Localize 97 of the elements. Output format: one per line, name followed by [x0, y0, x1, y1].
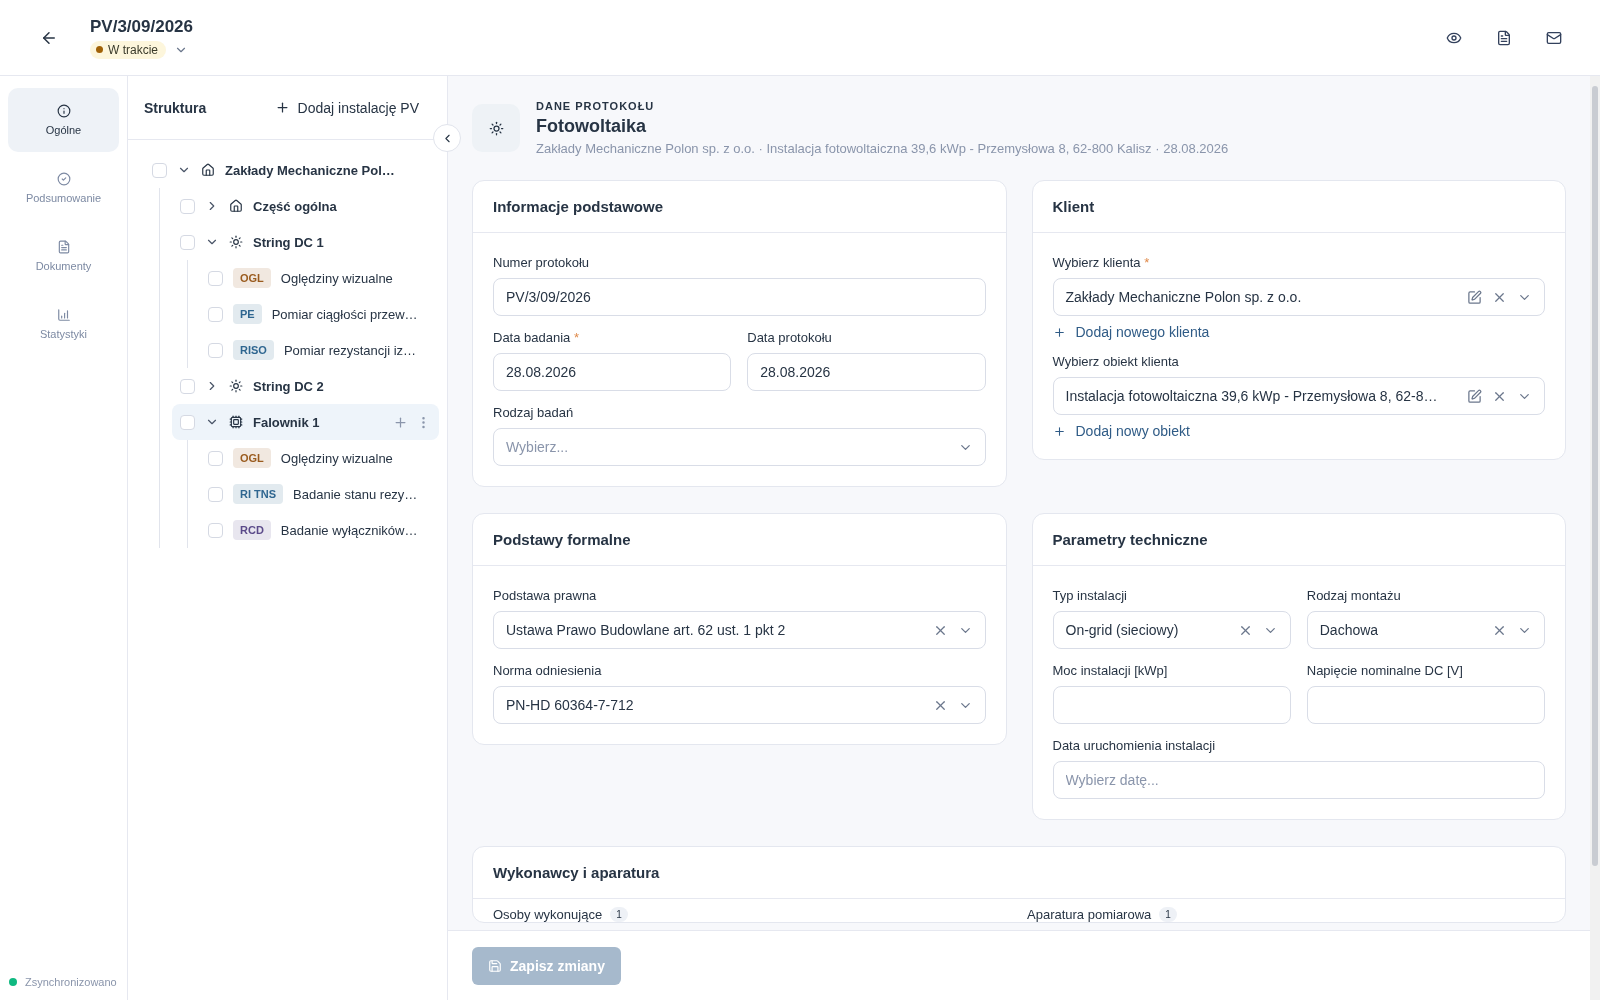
tree-item-label[interactable]: Pomiar rezystancji iz…	[283, 342, 417, 358]
checkbox[interactable]	[208, 342, 223, 358]
field-label: Typ instalacji	[1052, 588, 1128, 603]
count-badge: 1	[1159, 907, 1177, 922]
checkbox[interactable]	[208, 306, 223, 322]
test-tag: RCD	[233, 520, 271, 540]
checkbox[interactable]	[180, 198, 195, 214]
test-tag: PE	[233, 304, 262, 324]
input-field[interactable]	[1306, 686, 1545, 724]
status-badge[interactable]: W trakcie	[90, 40, 166, 59]
sun-icon	[472, 104, 520, 152]
panel-title: Struktura	[144, 99, 207, 116]
check-circle-icon	[56, 172, 71, 186]
save-icon	[488, 958, 502, 973]
add-installation-button[interactable]: Dodaj instalację PV	[274, 99, 419, 116]
checkbox[interactable]	[208, 486, 223, 502]
nav-item[interactable]: Ogólne	[8, 88, 119, 152]
select-field[interactable]: PN-HD 60364-7-712	[493, 686, 986, 724]
select-field[interactable]: Ustawa Prawo Budowlane art. 62 ust. 1 pkt 2	[493, 611, 986, 649]
tree-item-label[interactable]: Badanie wyłączników…	[280, 522, 418, 538]
house-icon	[229, 199, 243, 213]
select-field[interactable]: Instalacja fotowoltaiczna 39,6 kWp - Przemysłowa 8, 62-8…	[1052, 377, 1545, 415]
card-title: Parametry techniczne	[1052, 531, 1208, 548]
tree-group-label[interactable]: String DC 1	[253, 234, 324, 250]
nav-item[interactable]: Dokumenty	[8, 224, 119, 288]
checkbox[interactable]	[180, 234, 195, 250]
protocol-title: Fotowoltaika	[536, 116, 647, 137]
checkbox[interactable]	[180, 378, 195, 394]
plus-icon	[1052, 325, 1066, 339]
edit-icon[interactable]	[1467, 289, 1482, 305]
input-field[interactable]: Wybierz datę...	[1052, 761, 1545, 799]
checkbox[interactable]	[180, 414, 195, 430]
tree-item-label[interactable]: Oględziny wizualne	[280, 270, 393, 286]
checkbox[interactable]	[152, 162, 167, 178]
test-tag: RISO	[233, 340, 274, 360]
select-field[interactable]: Dachowa	[1306, 611, 1545, 649]
tree-group-label[interactable]: Część ogólna	[253, 198, 337, 214]
field-label: Norma odniesienia	[493, 663, 603, 678]
plus-icon	[1052, 424, 1066, 438]
test-tag: OGL	[233, 268, 271, 288]
select-field[interactable]: On-grid (sieciowy)	[1052, 611, 1291, 649]
sun-icon	[229, 235, 243, 249]
section-eyebrow: DANE PROTOKOŁU	[536, 100, 656, 112]
document-icon	[1496, 29, 1512, 46]
page-title: PV/3/09/2026	[90, 16, 194, 37]
sync-status: Zsynchronizowano	[25, 976, 117, 988]
card-title: Informacje podstawowe	[493, 198, 664, 215]
tree-item-label[interactable]: Pomiar ciągłości przew…	[271, 306, 418, 322]
test-tag: RI TNS	[233, 484, 284, 504]
field-label: Wybierz obiekt klienta	[1052, 354, 1180, 369]
select-field[interactable]: Zakłady Mechaniczne Polon sp. z o.o.	[1052, 278, 1545, 316]
card-title: Klient	[1052, 198, 1095, 215]
add-link[interactable]: Dodaj nowy obiekt	[1052, 423, 1190, 439]
section-label: Aparatura pomiarowa	[1027, 907, 1152, 922]
house-icon	[201, 163, 215, 177]
tree-group-label[interactable]: Falownik 1	[253, 414, 320, 430]
scrollbar[interactable]	[1590, 76, 1600, 1000]
field-label: Napięcie nominalne DC [V]	[1306, 663, 1464, 678]
tree-item-label[interactable]: Badanie stanu rezy…	[293, 486, 418, 502]
field-label: Data protokołu	[747, 330, 833, 345]
field-label: Moc instalacji [kWp]	[1052, 663, 1169, 678]
checkbox[interactable]	[208, 522, 223, 538]
section-label: Osoby wykonujące	[493, 907, 603, 922]
field-label: Data badania *	[493, 330, 581, 345]
chip-icon	[229, 415, 243, 429]
add-link[interactable]: Dodaj nowego klienta	[1052, 324, 1210, 340]
card-title: Podstawy formalne	[493, 531, 631, 548]
tree-group-label[interactable]: String DC 2	[253, 378, 324, 394]
info-icon	[56, 104, 71, 118]
input-field[interactable]	[1052, 686, 1291, 724]
test-tag: OGL	[233, 448, 271, 468]
bar-chart-icon	[56, 308, 71, 322]
nav-item[interactable]: Podsumowanie	[8, 156, 119, 220]
field-label: Rodzaj montażu	[1306, 588, 1402, 603]
plus-icon[interactable]	[393, 414, 408, 430]
checkbox[interactable]	[208, 450, 223, 466]
field-label: Podstawa prawna	[493, 588, 598, 603]
input-field[interactable]: 28.08.2026	[747, 353, 986, 391]
document-icon	[56, 240, 71, 254]
checkbox[interactable]	[208, 270, 223, 286]
tree-item-label[interactable]: Oględziny wizualne	[280, 450, 393, 466]
field-label: Numer protokołu	[493, 255, 591, 270]
edit-icon[interactable]	[1467, 388, 1482, 404]
input-field[interactable]: PV/3/09/2026	[493, 278, 986, 316]
field-label: Wybierz klienta *	[1052, 255, 1151, 270]
field-label: Data uruchomienia instalacji	[1052, 738, 1217, 753]
sun-icon	[229, 379, 243, 393]
protocol-subtitle: Zakłady Mechaniczne Polon sp. z o.o. · Instalacja fotowoltaiczna 39,6 kWp - Przemysłowa 8, 62-800 Kalisz · 28.08.2026	[536, 141, 1229, 156]
input-field[interactable]: 28.08.2026	[493, 353, 732, 391]
count-badge: 1	[610, 907, 628, 922]
nav-item[interactable]: Statystyki	[8, 292, 119, 356]
tree-group-label[interactable]: Zakłady Mechaniczne Pol…	[225, 162, 395, 178]
tree-row-selected[interactable]: Falownik 1	[172, 404, 439, 440]
field-label: Rodzaj badań	[493, 405, 575, 420]
card-title: Wykonawcy i aparatura	[493, 864, 660, 881]
plus-icon	[274, 100, 290, 115]
mail-icon	[1546, 29, 1562, 46]
